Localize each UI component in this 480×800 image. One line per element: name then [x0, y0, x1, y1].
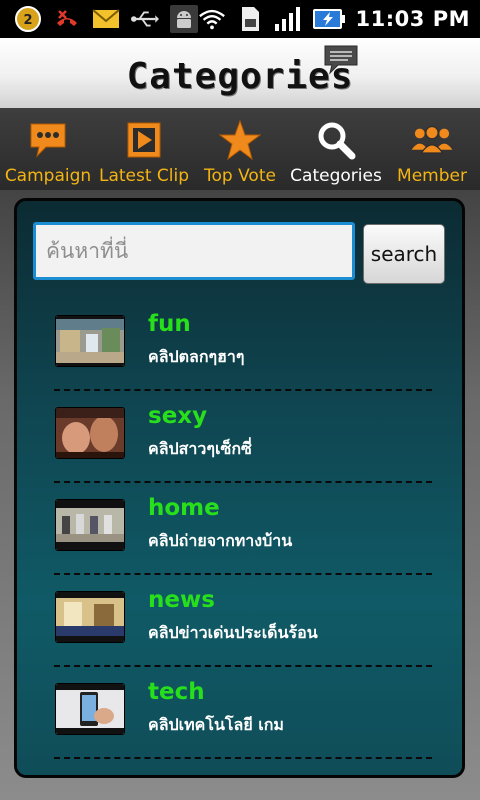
tab-campaign-label: Campaign	[4, 166, 92, 186]
nav-bar: Campaign Latest Clip Top Vote Categories	[0, 108, 480, 190]
status-bar: 2 11:03 PM	[0, 0, 480, 38]
notification-badge-icon: 2	[14, 5, 42, 33]
category-title: fun	[148, 311, 191, 337]
star-icon	[218, 118, 262, 162]
play-icon	[122, 118, 166, 162]
title-bar: Categories	[0, 38, 480, 109]
category-item-news[interactable]: news คลิปข่าวเด่นประเด็นร้อน	[17, 575, 462, 667]
sd-card-icon	[236, 5, 264, 33]
missed-call-icon	[53, 5, 81, 33]
tab-latest-clip[interactable]: Latest Clip	[96, 108, 192, 190]
tab-member[interactable]: Member	[384, 108, 480, 190]
category-subtitle: คลิปตลกๆฮาๆ	[148, 347, 245, 366]
tab-top-vote[interactable]: Top Vote	[192, 108, 288, 190]
category-subtitle: คลิปสาวๆเซ็กซี่	[148, 439, 252, 458]
battery-charging-icon	[312, 5, 346, 33]
members-icon	[410, 118, 454, 162]
search-input[interactable]	[33, 222, 355, 280]
category-thumbnail	[56, 316, 124, 366]
category-subtitle: คลิปเทคโนโลยี เกม	[148, 715, 284, 734]
category-thumbnail	[56, 684, 124, 734]
category-thumbnail	[56, 592, 124, 642]
chat-bubble-icon	[322, 43, 360, 81]
signal-icon	[274, 5, 302, 33]
clock: 11:03 PM	[355, 7, 470, 31]
category-subtitle: คลิปถ่ายจากทางบ้าน	[148, 531, 293, 550]
tab-categories[interactable]: Categories	[288, 108, 384, 190]
category-subtitle: คลิปข่าวเด่นประเด็นร้อน	[148, 623, 318, 642]
wifi-icon	[198, 5, 226, 33]
tab-campaign[interactable]: Campaign	[0, 108, 96, 190]
category-thumbnail	[56, 500, 124, 550]
tab-top-vote-label: Top Vote	[204, 166, 276, 186]
category-title: tech	[148, 679, 205, 705]
category-thumbnail	[56, 408, 124, 458]
tab-categories-label: Categories	[290, 166, 382, 186]
category-title: sexy	[148, 403, 208, 429]
categories-panel: search fun คลิปตลกๆฮาๆ	[14, 198, 465, 778]
tab-member-label: Member	[397, 166, 467, 186]
category-title: home	[148, 495, 220, 521]
category-title: news	[148, 587, 215, 613]
usb-icon	[131, 5, 159, 33]
mail-icon	[92, 5, 120, 33]
category-item-fun[interactable]: fun คลิปตลกๆฮาๆ	[17, 299, 462, 391]
search-button[interactable]: search	[363, 224, 445, 284]
category-list: fun คลิปตลกๆฮาๆ sexy คลิปสาวๆเซ็กซี่ hom…	[17, 299, 462, 759]
category-item-home[interactable]: home คลิปถ่ายจากทางบ้าน	[17, 483, 462, 575]
page-title: Categories	[126, 56, 354, 97]
tab-latest-clip-label: Latest Clip	[98, 166, 190, 186]
divider	[54, 757, 432, 759]
chat-bubble-icon	[26, 118, 70, 162]
search-icon	[314, 118, 358, 162]
category-item-sexy[interactable]: sexy คลิปสาวๆเซ็กซี่	[17, 391, 462, 483]
android-debug-icon	[170, 5, 198, 33]
category-item-tech[interactable]: tech คลิปเทคโนโลยี เกม	[17, 667, 462, 759]
notification-count: 2	[23, 13, 32, 28]
